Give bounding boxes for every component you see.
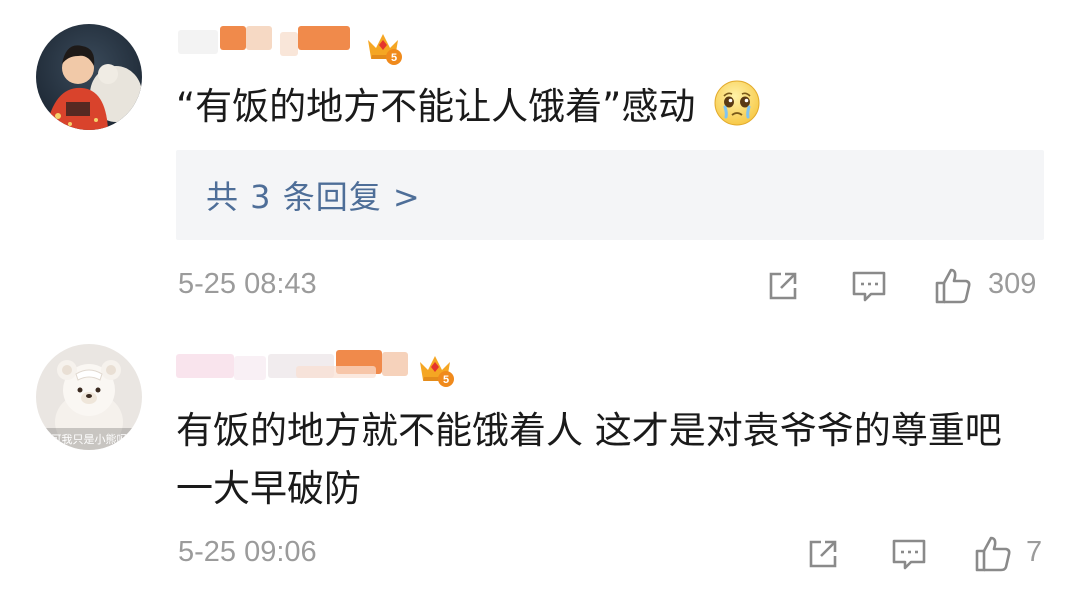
username-blurred[interactable] [176, 348, 416, 384]
share-icon[interactable] [763, 266, 803, 306]
avatar-image [36, 24, 142, 130]
avatar[interactable]: 可我只是小熊呀 [36, 344, 142, 450]
comment-text-content: “有饭的地方不能让人饿着”感动 [176, 85, 696, 128]
comment-text-line-1: 有饭的地方就不能饿着人 这才是对袁爷爷的尊重吧 [176, 409, 1002, 452]
level-crown-icon: 5 [420, 356, 454, 387]
like-thumbs-up-icon[interactable] [973, 534, 1013, 574]
comment-meta-row: 5-25 08:43 309 [0, 266, 1080, 310]
timestamp: 5-25 09:06 [178, 536, 317, 568]
comment-text-line-2: 一大早破防 [176, 467, 361, 510]
level-crown-icon: 5 [368, 34, 402, 65]
like-count: 7 [1026, 536, 1043, 568]
like-thumbs-up-icon[interactable] [933, 266, 973, 306]
reply-box[interactable]: 共 3 条回复 > [176, 150, 1044, 240]
comment-text: “有饭的地方不能让人饿着”感动 [176, 78, 761, 136]
comment-text: 有饭的地方就不能饿着人 这才是对袁爷爷的尊重吧 一大早破防 [176, 402, 1002, 518]
comment-icon[interactable] [889, 534, 929, 574]
avatar-image: 可我只是小熊呀 [36, 344, 142, 450]
avatar-caption: 可我只是小熊呀 [51, 432, 128, 446]
level-badge-number: 5 [443, 374, 449, 386]
view-replies-link[interactable]: 共 3 条回复 > [206, 172, 421, 218]
like-count: 309 [988, 268, 1037, 300]
timestamp: 5-25 08:43 [178, 268, 317, 300]
crying-face-emoji-icon [714, 80, 760, 126]
comment-meta-row: 5-25 09:06 7 [0, 534, 1080, 578]
avatar[interactable] [36, 24, 142, 130]
level-badge-number: 5 [391, 52, 397, 64]
comment-icon[interactable] [849, 266, 889, 306]
share-icon[interactable] [803, 534, 843, 574]
